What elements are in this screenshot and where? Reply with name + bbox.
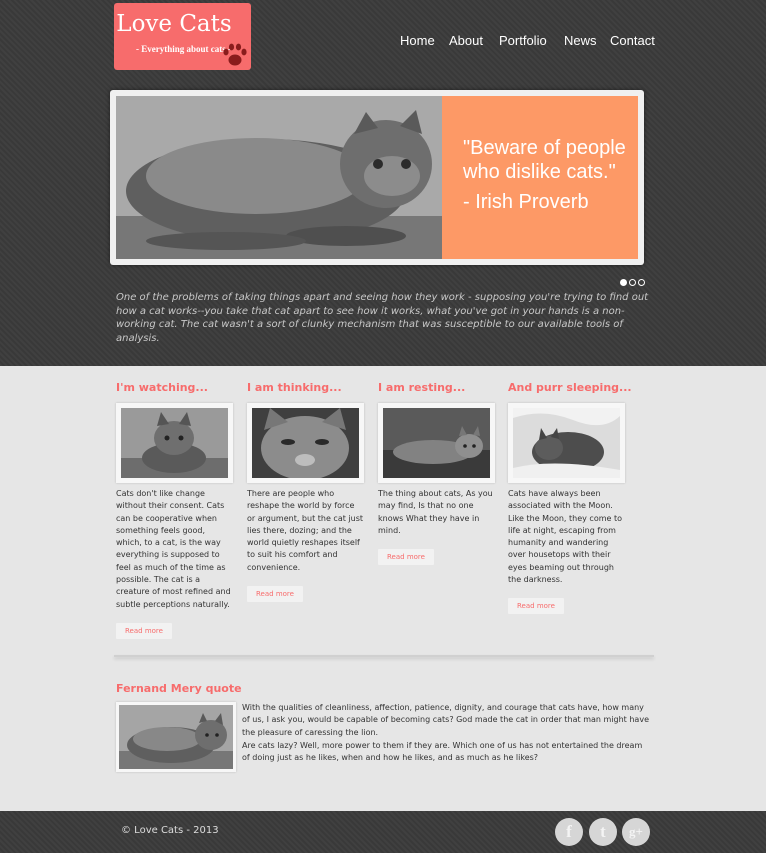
cat-thinking-image (252, 408, 359, 478)
google-plus-icon[interactable]: g+ (622, 818, 650, 846)
column-thumbnail (116, 403, 233, 483)
quote-paragraph: Are cats lazy? Well, more power to them … (242, 740, 643, 763)
quote-thumbnail (116, 702, 236, 772)
footer: © Love Cats - 2013 f t g+ (0, 811, 766, 853)
column-text: The thing about cats, As you may find, I… (378, 489, 493, 535)
column-text: Cats don't like change without their con… (116, 489, 231, 609)
column-title: I am resting... (378, 381, 466, 394)
hero-slider[interactable]: "Beware of people who dislike cats." - I… (110, 90, 644, 265)
column-title: And purr sleeping... (508, 381, 632, 394)
slide-quote-text: "Beware of people who dislike cats." (463, 137, 626, 183)
logo-title: Love Cats (116, 11, 232, 37)
feature-column-4: And purr sleeping... Cats have always be… (508, 381, 632, 615)
section-divider (114, 655, 654, 657)
feature-column-2: I am thinking... There are people who re… (247, 381, 364, 603)
slider-pagination (620, 271, 647, 290)
logo-tagline: - Everything about cats - (136, 44, 231, 54)
quote-section-body: With the qualities of cleanliness, affec… (242, 702, 652, 765)
slider-dot-1[interactable] (620, 279, 627, 286)
logo[interactable]: Love Cats - Everything about cats - (114, 3, 251, 70)
quote-section-title: Fernand Mery quote (116, 682, 242, 695)
quote-paragraph: With the qualities of cleanliness, affec… (242, 703, 649, 737)
nav-contact[interactable]: Contact (610, 33, 655, 48)
column-text: Cats have always been associated with th… (508, 489, 622, 585)
feature-column-3: I am resting... The thing about cats, As… (378, 381, 495, 566)
slide-quote-panel: "Beware of people who dislike cats." - I… (442, 96, 638, 259)
column-thumbnail (247, 403, 364, 483)
facebook-icon[interactable]: f (555, 818, 583, 846)
cat-lying-thumbnail-image (119, 705, 233, 769)
twitter-icon[interactable]: t (589, 818, 617, 846)
column-title: I am thinking... (247, 381, 342, 394)
nav-news[interactable]: News (564, 33, 597, 48)
cat-lying-image (116, 96, 442, 259)
nav-home[interactable]: Home (400, 33, 435, 48)
slider-dot-3[interactable] (638, 279, 645, 286)
read-more-button[interactable]: Read more (247, 586, 303, 603)
nav-portfolio[interactable]: Portfolio (499, 33, 547, 48)
cat-resting-image (383, 408, 490, 478)
intro-text: One of the problems of taking things apa… (116, 292, 649, 344)
slide-cat-photo (116, 96, 442, 259)
column-thumbnail (508, 403, 625, 483)
read-more-button[interactable]: Read more (116, 622, 172, 639)
nav-about[interactable]: About (449, 33, 483, 48)
copyright-text: © Love Cats - 2013 (121, 825, 219, 836)
column-title: I'm watching... (116, 381, 208, 394)
column-text: There are people who reshape the world b… (247, 489, 364, 572)
read-more-button[interactable]: Read more (378, 549, 434, 566)
cat-sleeping-image (513, 408, 620, 478)
column-thumbnail (378, 403, 495, 483)
slider-dot-2[interactable] (629, 279, 636, 286)
paw-icon (223, 43, 247, 66)
slide-quote-author: - Irish Proverb (463, 191, 589, 213)
read-more-button[interactable]: Read more (508, 598, 564, 615)
cat-watching-image (121, 408, 228, 478)
header-area: Love Cats - Everything about cats - Home… (0, 0, 766, 366)
feature-column-1: I'm watching... Cats don't like change w… (116, 381, 233, 639)
